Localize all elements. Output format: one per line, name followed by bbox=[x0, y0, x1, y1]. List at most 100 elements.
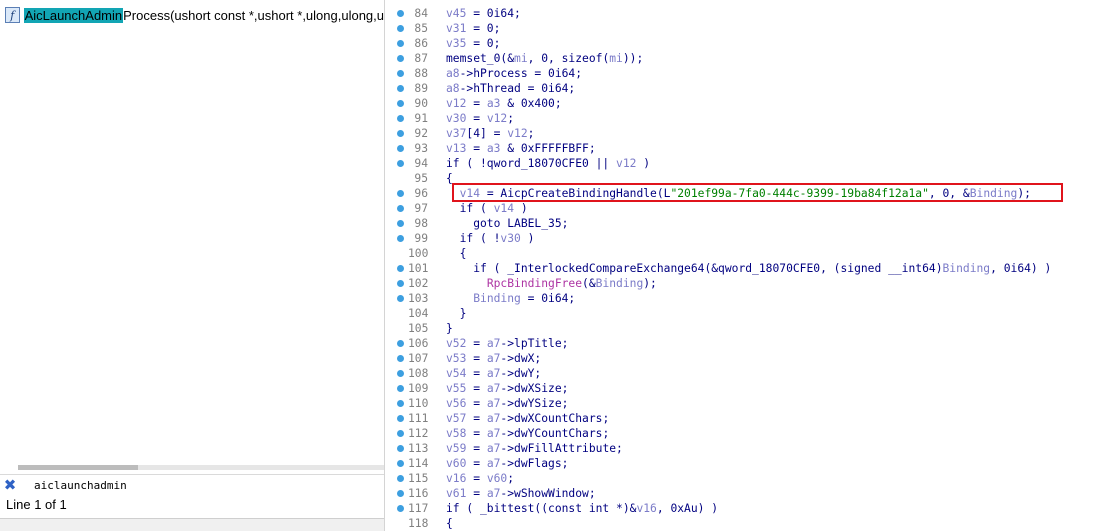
breakpoint-dot-icon[interactable] bbox=[397, 85, 404, 92]
code-token: ->dwX; bbox=[500, 352, 542, 365]
code-text: RpcBindingFree(&Binding); bbox=[446, 276, 657, 291]
code-line[interactable]: 109 v55 = a7->dwXSize; bbox=[388, 381, 1113, 396]
breakpoint-dot-icon[interactable] bbox=[397, 490, 404, 497]
code-line[interactable]: 92 v37[4] = v12; bbox=[388, 126, 1113, 141]
breakpoint-dot-icon[interactable] bbox=[397, 235, 404, 242]
breakpoint-dot-icon[interactable] bbox=[397, 40, 404, 47]
breakpoint-dot-icon[interactable] bbox=[397, 445, 404, 452]
breakpoint-dot-icon[interactable] bbox=[397, 220, 404, 227]
breakpoint-dot-icon[interactable] bbox=[397, 430, 404, 437]
filter-input[interactable] bbox=[34, 478, 354, 492]
horizontal-scrollbar[interactable] bbox=[18, 465, 384, 470]
code-line[interactable]: 112 v58 = a7->dwYCountChars; bbox=[388, 426, 1113, 441]
breakpoint-dot-icon[interactable] bbox=[397, 280, 404, 287]
close-icon[interactable]: ✖ bbox=[3, 478, 17, 493]
code-text: goto LABEL_35; bbox=[446, 216, 568, 231]
breakpoint-dot-icon[interactable] bbox=[397, 160, 404, 167]
code-line[interactable]: 106 v52 = a7->lpTitle; bbox=[388, 336, 1113, 351]
code-token: ->dwFillAttribute; bbox=[500, 442, 623, 455]
line-number: 99 bbox=[414, 232, 428, 245]
code-line[interactable]: 84 v45 = 0i64; bbox=[388, 6, 1113, 21]
code-token: , 0, sizeof( bbox=[527, 52, 610, 65]
breakpoint-dot-icon[interactable] bbox=[397, 100, 404, 107]
breakpoint-dot-icon[interactable] bbox=[397, 130, 404, 137]
code-line[interactable]: 108 v54 = a7->dwY; bbox=[388, 366, 1113, 381]
code-line[interactable]: 115 v16 = v60; bbox=[388, 471, 1113, 486]
code-line[interactable]: 99 if ( !v30 ) bbox=[388, 231, 1113, 246]
breakpoint-dot-icon[interactable] bbox=[397, 10, 404, 17]
code-token: [4] = bbox=[466, 127, 508, 140]
function-icon: f bbox=[5, 7, 20, 23]
breakpoint-dot-icon[interactable] bbox=[397, 115, 404, 122]
code-token: ->dwYSize; bbox=[500, 397, 569, 410]
code-token: = bbox=[466, 442, 487, 455]
code-line[interactable]: 116 v61 = a7->wShowWindow; bbox=[388, 486, 1113, 501]
code-line[interactable]: 110 v56 = a7->dwYSize; bbox=[388, 396, 1113, 411]
code-token: = bbox=[466, 142, 487, 155]
code-line[interactable]: 91 v30 = v12; bbox=[388, 111, 1113, 126]
breakpoint-dot-icon[interactable] bbox=[397, 340, 404, 347]
code-token: Binding bbox=[473, 292, 521, 305]
breakpoint-dot-icon[interactable] bbox=[397, 475, 404, 482]
code-line[interactable]: 104 } bbox=[388, 306, 1113, 321]
breakpoint-dot-icon[interactable] bbox=[397, 370, 404, 377]
breakpoint-dot-icon[interactable] bbox=[397, 505, 404, 512]
code-line[interactable]: 101 if ( _InterlockedCompareExchange64(&… bbox=[388, 261, 1113, 276]
code-token: a7 bbox=[486, 457, 501, 470]
breakpoint-dot-icon[interactable] bbox=[397, 205, 404, 212]
code-token: v54 bbox=[446, 367, 467, 380]
code-token: v37 bbox=[446, 127, 467, 140]
line-number: 101 bbox=[408, 262, 429, 275]
code-line[interactable]: 87 memset_0(&mi, 0, sizeof(mi)); bbox=[388, 51, 1113, 66]
code-token: v57 bbox=[446, 412, 467, 425]
breakpoint-dot-icon[interactable] bbox=[397, 415, 404, 422]
breakpoint-dot-icon[interactable] bbox=[397, 400, 404, 407]
code-line[interactable]: 113 v59 = a7->dwFillAttribute; bbox=[388, 441, 1113, 456]
breakpoint-dot-icon[interactable] bbox=[397, 295, 404, 302]
code-line[interactable]: 85 v31 = 0; bbox=[388, 21, 1113, 36]
code-line[interactable]: 111 v57 = a7->dwXCountChars; bbox=[388, 411, 1113, 426]
code-token: = bbox=[466, 472, 487, 485]
line-number: 102 bbox=[408, 277, 429, 290]
breakpoint-dot-icon[interactable] bbox=[397, 190, 404, 197]
breakpoint-dot-icon[interactable] bbox=[397, 25, 404, 32]
code-token: v16 bbox=[636, 502, 657, 515]
code-line[interactable]: 114 v60 = a7->dwFlags; bbox=[388, 456, 1113, 471]
breakpoint-dot-icon[interactable] bbox=[397, 355, 404, 362]
code-token: = bbox=[466, 352, 487, 365]
code-line[interactable]: 118 { bbox=[388, 516, 1113, 531]
code-line[interactable]: 93 v13 = a3 & 0xFFFFFBFF; bbox=[388, 141, 1113, 156]
code-line[interactable]: 100 { bbox=[388, 246, 1113, 261]
code-text: v54 = a7->dwY; bbox=[446, 366, 541, 381]
pseudocode-view[interactable]: 84 v45 = 0i64; 85 v31 = 0; 86 v35 = 0; 87 memse… bbox=[388, 0, 1113, 531]
breakpoint-dot-icon[interactable] bbox=[397, 385, 404, 392]
line-number: 96 bbox=[414, 187, 428, 200]
code-token: a3 bbox=[486, 142, 501, 155]
code-token: v60 bbox=[446, 457, 467, 470]
code-token: v14 bbox=[493, 202, 515, 215]
code-line[interactable]: 97 if ( v14 ) bbox=[388, 201, 1113, 216]
code-line[interactable]: 105} bbox=[388, 321, 1113, 336]
code-text: v37[4] = v12; bbox=[446, 126, 534, 141]
code-line[interactable]: 107 v53 = a7->dwX; bbox=[388, 351, 1113, 366]
code-token: Binding bbox=[595, 277, 644, 290]
line-number: 98 bbox=[414, 217, 428, 230]
breakpoint-dot-icon[interactable] bbox=[397, 145, 404, 152]
code-line[interactable]: 94 if ( !qword_18070CFE0 || v12 ) bbox=[388, 156, 1113, 171]
code-line[interactable]: 102 RpcBindingFree(&Binding); bbox=[388, 276, 1113, 291]
code-line[interactable]: 89 a8->hThread = 0i64; bbox=[388, 81, 1113, 96]
code-line[interactable]: 88 a8->hProcess = 0i64; bbox=[388, 66, 1113, 81]
function-list-item[interactable]: f AicLaunchAdmin Process(ushort const *,u… bbox=[0, 4, 384, 26]
breakpoint-dot-icon[interactable] bbox=[397, 460, 404, 467]
code-line[interactable]: 117 if ( _bittest((const int *)&v16, 0xAu… bbox=[388, 501, 1113, 516]
code-line[interactable]: 103 Binding = 0i64; bbox=[388, 291, 1113, 306]
breakpoint-dot-icon[interactable] bbox=[397, 55, 404, 62]
code-line[interactable]: 86 v35 = 0; bbox=[388, 36, 1113, 51]
code-token: v61 bbox=[446, 487, 467, 500]
line-number: 108 bbox=[408, 367, 429, 380]
breakpoint-dot-icon[interactable] bbox=[397, 70, 404, 77]
scrollbar-thumb[interactable] bbox=[18, 465, 138, 470]
breakpoint-dot-icon[interactable] bbox=[397, 265, 404, 272]
code-line[interactable]: 98 goto LABEL_35; bbox=[388, 216, 1113, 231]
code-line[interactable]: 90 v12 = a3 & 0x400; bbox=[388, 96, 1113, 111]
